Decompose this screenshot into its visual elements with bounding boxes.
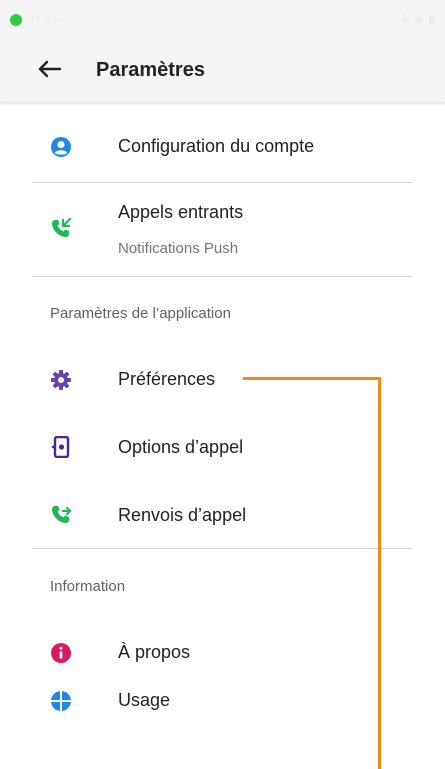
status-right-icons: ✱ ◆ ▮ [399,12,435,27]
gear-icon [50,369,72,391]
status-icons: ⚐ ▭ · [30,12,66,27]
incoming-call-icon [50,217,72,240]
preferences-label: Préférences [118,369,216,389]
incoming-calls-sublabel: Notifications Push [118,240,239,257]
account-settings-label: Configuration du compte [118,136,315,156]
divider [32,548,412,549]
status-bar: ⚐ ▭ · ✱ ◆ ▮ [0,0,445,40]
about-label: À propos [118,642,191,662]
call-forwarding-label: Renvois d’appel [118,505,247,525]
annotation-line [243,377,379,380]
phone-settings-icon [50,435,72,459]
divider [32,276,412,277]
divider [32,182,412,183]
page-title: Paramètres [96,59,205,81]
account-settings-row[interactable]: Configuration du compte [0,118,445,178]
annotation-line [378,377,381,769]
app-bar: Paramètres [0,40,445,102]
info-icon [50,642,72,664]
incoming-calls-label: Appels entrants [118,202,244,222]
call-forward-icon [50,504,72,526]
call-options-label: Options d’appel [118,437,244,457]
back-arrow-icon[interactable] [34,54,64,84]
incoming-calls-row[interactable]: Appels entrants Notifications Push [0,190,445,272]
pie-chart-icon [50,690,72,712]
notification-dot-icon [10,14,22,26]
section-header-app-settings: Paramètres de l’application [50,305,231,322]
account-icon [50,136,72,158]
section-header-information: Information [50,578,126,595]
usage-label: Usage [118,690,171,710]
